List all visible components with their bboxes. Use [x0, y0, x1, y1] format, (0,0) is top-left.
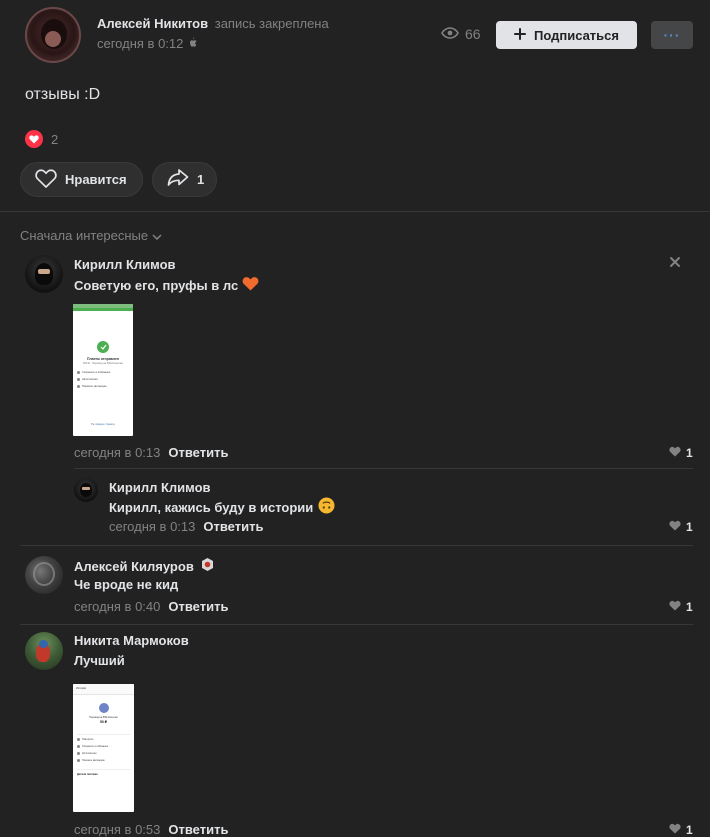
comment-like-button[interactable]: 1 [669, 446, 693, 460]
post-divider [0, 211, 710, 212]
views-count: 66 [465, 26, 481, 42]
pinned-note: запись закреплена [214, 16, 329, 31]
screenshot-row: Повторить [77, 738, 130, 741]
comment-author[interactable]: Алексей Киляуров [74, 559, 194, 574]
comment-time[interactable]: сегодня в 0:13 [74, 445, 160, 460]
reply-button[interactable]: Ответить [203, 519, 263, 534]
check-icon [97, 341, 109, 353]
comment-like-count: 1 [686, 446, 693, 460]
screenshot-row: Показать квитанцию [77, 759, 130, 762]
screenshot-row: Автоплатежи [77, 752, 130, 755]
post-time[interactable]: сегодня в 0:12 [97, 36, 183, 51]
post-time-line: сегодня в 0:12 [97, 36, 197, 51]
comment-text: Лучший [74, 653, 125, 668]
close-icon[interactable] [669, 256, 681, 271]
comment-like-button[interactable]: 1 [669, 600, 693, 614]
heart-emoji-icon [242, 276, 259, 294]
comment-text-line: Кирилл, кажись буду в истории [109, 497, 335, 517]
comment-avatar[interactable] [25, 255, 63, 293]
screenshot-title: Перевод на ЮМ-Кошелек [89, 716, 118, 719]
more-button[interactable]: ··· [651, 21, 693, 49]
heart-icon [669, 520, 681, 534]
comment-text: Кирилл, кажись буду в истории [109, 499, 314, 515]
receipt-row: Показать квитанцию [77, 385, 129, 388]
heart-reaction-icon [25, 130, 43, 148]
reactions-summary[interactable]: 2 [25, 130, 58, 148]
reply-button[interactable]: Ответить [168, 599, 228, 614]
comment-avatar[interactable] [25, 556, 63, 594]
comment-author[interactable]: Кирилл Климов [109, 480, 211, 495]
comment-divider [20, 624, 693, 625]
heart-outline-icon [35, 168, 57, 191]
receipt-row: Сохранить в избранное [77, 371, 129, 374]
comment-meta: сегодня в 0:40 Ответить [74, 599, 228, 614]
heart-icon [669, 446, 681, 460]
sort-label: Сначала интересные [20, 228, 149, 243]
receipt-footer: На главную страницу [91, 423, 115, 426]
reply-button[interactable]: Ответить [168, 445, 228, 460]
comment-meta: сегодня в 0:53 Ответить [74, 822, 228, 837]
chevron-down-icon [152, 228, 162, 243]
screenshot-row: Сохранить в избранное [77, 745, 130, 748]
heart-icon [669, 600, 681, 614]
share-button[interactable]: 1 [152, 162, 217, 197]
comment-author[interactable]: Кирилл Климов [74, 257, 176, 272]
comment-meta: сегодня в 0:13 Ответить [74, 445, 228, 460]
receipt-row: Автоплатежи [77, 378, 129, 381]
post-author-name[interactable]: Алексей Никитов [97, 16, 208, 31]
comment-divider [20, 545, 693, 546]
comment-meta: сегодня в 0:13 Ответить [109, 519, 263, 534]
comment-photo-attachment[interactable]: Истории Перевод на ЮМ-Кошелек 50 ₽ Повто… [73, 684, 134, 812]
views-counter: 66 [441, 26, 481, 42]
subscribe-button[interactable]: Подписаться [496, 21, 637, 49]
sticker-badge-icon [200, 557, 215, 575]
comments-sort-dropdown[interactable]: Сначала интересные [20, 228, 162, 243]
post-text: отзывы :D [25, 86, 101, 103]
eye-icon [441, 26, 459, 42]
wallet-logo [98, 703, 109, 713]
comment-like-button[interactable]: 1 [669, 520, 693, 534]
comment-text: Советую его, пруфы в лс [74, 277, 239, 293]
screenshot-amount: 50 ₽ [99, 720, 108, 724]
comment-avatar[interactable] [25, 632, 63, 670]
comment-time[interactable]: сегодня в 0:40 [74, 599, 160, 614]
upside-down-face-icon [318, 497, 335, 517]
plus-icon [513, 27, 526, 43]
screenshot-header: Истории [73, 684, 134, 695]
post-author-line: Алексей Никитов запись закреплена [97, 16, 329, 31]
share-count: 1 [197, 172, 205, 187]
reply-button[interactable]: Ответить [168, 822, 228, 837]
reply-avatar[interactable] [74, 478, 98, 502]
comment-like-button[interactable]: 1 [669, 823, 693, 837]
comment-like-count: 1 [686, 823, 693, 837]
subscribe-label: Подписаться [533, 27, 619, 43]
comment-like-count: 1 [686, 520, 693, 534]
like-label: Нравится [65, 172, 127, 187]
comment-like-count: 1 [686, 600, 693, 614]
post-author-avatar[interactable] [25, 7, 81, 63]
apple-icon [188, 36, 197, 51]
receipt-subtitle: 500 ₽ · Перевод на ЮМ-Кошелек [83, 362, 123, 365]
comment-photo-attachment[interactable]: Платеж отправлен 500 ₽ · Перевод на ЮМ-К… [73, 304, 133, 436]
comment-time[interactable]: сегодня в 0:53 [74, 822, 160, 837]
screenshot-section: Детали платежа [77, 769, 130, 776]
share-icon [167, 168, 189, 191]
comment-author-line: Алексей Киляуров [74, 557, 215, 575]
comment-author[interactable]: Никита Мармоков [74, 633, 189, 648]
heart-icon [669, 823, 681, 837]
reactions-count: 2 [51, 131, 59, 147]
comment-time[interactable]: сегодня в 0:13 [109, 519, 195, 534]
more-icon: ··· [663, 27, 681, 43]
comment-text-line: Советую его, пруфы в лс [74, 276, 259, 294]
receipt-title: Платеж отправлен [86, 357, 120, 361]
comment-text: Че вроде не кид [74, 577, 179, 592]
comment-divider [74, 468, 693, 469]
like-button[interactable]: Нравится [20, 162, 143, 197]
